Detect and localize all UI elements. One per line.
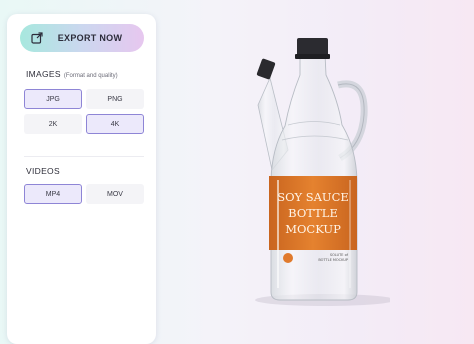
videos-section-title: VIDEOS — [26, 166, 60, 176]
images-title: IMAGES — [26, 69, 61, 79]
option-mov[interactable]: MOV — [86, 184, 144, 204]
bottle-label-line2: BOTTLE — [288, 206, 338, 220]
option-png[interactable]: PNG — [86, 89, 144, 109]
export-now-label: EXPORT NOW — [57, 33, 123, 43]
images-subtitle: (Format and quality) — [63, 73, 118, 79]
images-section-title: IMAGES (Format and quality) — [26, 69, 118, 79]
section-divider — [24, 156, 144, 157]
option-4k[interactable]: 4K — [86, 114, 144, 134]
export-panel: EXPORT NOW IMAGES (Format and quality) JP… — [7, 14, 156, 344]
bottle-label-line3: MOCKUP — [285, 222, 341, 236]
bottle-badge — [283, 253, 293, 263]
soy-sauce-bottle-mockup-image: SOY SAUCE BOTTLE MOCKUP SOLUTE of BOTTLE… — [255, 38, 390, 306]
option-jpg[interactable]: JPG — [24, 89, 82, 109]
bottle-label-line1: SOY SAUCE — [277, 190, 349, 204]
option-mp4[interactable]: MP4 — [24, 184, 82, 204]
bottle-fine-print-1: SOLUTE of — [330, 253, 349, 257]
bottle-fine-print-2: BOTTLE MOCKUP — [318, 258, 348, 262]
export-now-button[interactable]: EXPORT NOW — [20, 24, 144, 52]
option-2k[interactable]: 2K — [24, 114, 82, 134]
